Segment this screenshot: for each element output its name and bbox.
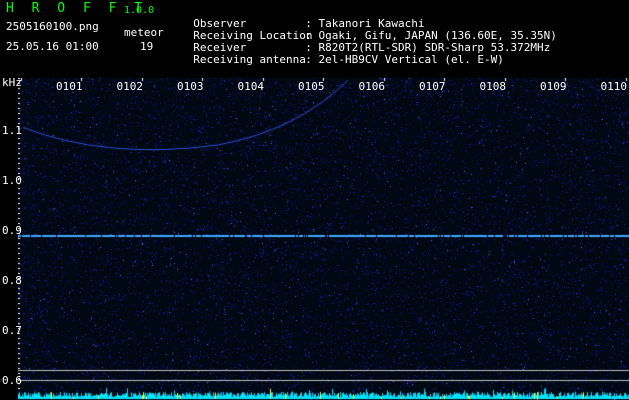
date-time: 25.05.16 01:00 [6, 40, 99, 53]
meta-antenna: Receiving antenna: 2el-HB9CV Vertical (e… [180, 40, 504, 66]
time-tick-label: 0110 [600, 80, 628, 93]
y-tick-label: 0.6 [2, 374, 22, 387]
meta-key: Receiving antenna [193, 53, 306, 66]
file-name: 2505160100.png [6, 20, 99, 33]
time-tick-label: 0106 [358, 80, 386, 93]
y-tick-label: 0.9 [2, 224, 22, 237]
time-tick-label: 0107 [419, 80, 446, 93]
time-tick-label: 0103 [177, 80, 204, 93]
y-tick-label: 1.0 [2, 174, 22, 187]
y-tick-label: 0.8 [2, 274, 22, 287]
meteor-count: 19 [140, 40, 154, 53]
time-tick-label: 0105 [298, 80, 325, 93]
time-tick-label: 0102 [116, 80, 144, 93]
meta-value: : 2el-HB9CV Vertical (el. E-W) [305, 53, 504, 66]
meteor-label: meteor [124, 26, 164, 39]
khz-unit-label: kHz [2, 76, 22, 89]
y-tick-label: 0.7 [2, 324, 22, 337]
time-tick-label: 0109 [540, 80, 567, 93]
app-version: 1.0.0 [124, 5, 155, 16]
spectrogram-plot [18, 78, 629, 400]
time-tick-label: 0101 [56, 80, 83, 93]
time-tick-label: 0108 [479, 80, 507, 93]
time-tick-label: 0104 [237, 80, 265, 93]
y-tick-label: 1.1 [2, 124, 22, 137]
